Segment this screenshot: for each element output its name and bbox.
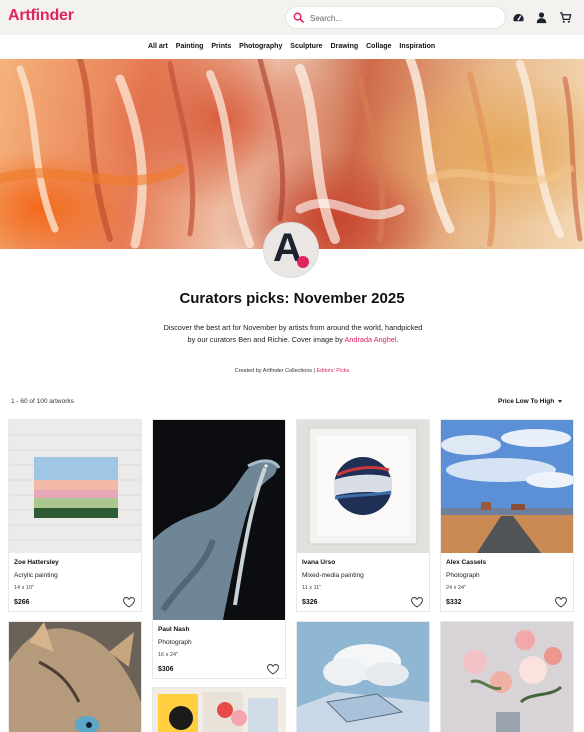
artwork-size: 24 x 24" (446, 585, 466, 591)
avatar-logo-dot (297, 256, 309, 268)
nav-item-prints[interactable]: Prints (211, 43, 231, 50)
results-count: 1 - 60 of 100 artworks (11, 398, 74, 405)
heart-icon[interactable] (123, 597, 135, 608)
heart-icon[interactable] (411, 597, 423, 608)
nav-item-sculpture[interactable]: Sculpture (290, 43, 322, 50)
artwork-image[interactable] (297, 622, 429, 732)
collection-avatar: A (263, 222, 319, 278)
artwork-size: 11 x 11" (302, 585, 322, 591)
artwork-card[interactable]: Ivana Urso Mixed-media painting 11 x 11"… (296, 419, 430, 612)
chevron-down-icon (558, 399, 563, 403)
nav-item-collage[interactable]: Collage (366, 43, 391, 50)
artfinder-logo[interactable]: Artfinder (8, 7, 74, 25)
artwork-size: 16 x 24" (158, 652, 178, 658)
heart-icon[interactable] (555, 597, 567, 608)
credit-text: Created by Artfinder Collections | (234, 368, 317, 374)
sort-label: Price Low To High (498, 398, 555, 405)
artist-name[interactable]: Alex Cassels (446, 559, 486, 566)
artwork-size: 14 x 10" (14, 585, 34, 591)
sort-dropdown[interactable]: Price Low To High (498, 398, 563, 405)
nav-item-photography[interactable]: Photography (239, 43, 282, 50)
artwork-card[interactable]: Paul Nash Photograph 16 x 24" $306 (152, 419, 286, 679)
cover-image (0, 59, 584, 249)
artwork-price: $332 (446, 599, 462, 606)
nav-item-all-art[interactable]: All art (148, 43, 168, 50)
artwork-image[interactable] (441, 420, 573, 553)
artwork-medium: Mixed-media painting (302, 572, 364, 579)
artwork-card[interactable]: Zoe Hattersley Acrylic painting 14 x 10"… (8, 419, 142, 612)
description-end: . (396, 335, 399, 344)
artist-name[interactable]: Paul Nash (158, 626, 189, 633)
collection-description: Discover the best art for November by ar… (160, 322, 426, 346)
artwork-image[interactable] (9, 622, 141, 732)
editors-picks-link[interactable]: Editors' Picks (317, 368, 350, 374)
search-box[interactable] (285, 6, 506, 29)
artwork-card[interactable] (440, 621, 574, 732)
cart-icon[interactable] (559, 11, 572, 24)
nav-item-inspiration[interactable]: Inspiration (399, 43, 435, 50)
dashboard-icon[interactable] (512, 11, 525, 24)
artwork-medium: Acrylic painting (14, 572, 58, 579)
account-icon[interactable] (535, 11, 548, 24)
collection-credit: Created by Artfinder Collections | Edito… (0, 368, 584, 374)
artwork-card[interactable] (152, 687, 286, 732)
artwork-price: $266 (14, 599, 30, 606)
nav-item-drawing[interactable]: Drawing (331, 43, 359, 50)
cover-artist-link[interactable]: Andrada Anghel (345, 335, 397, 344)
artist-name[interactable]: Zoe Hattersley (14, 559, 59, 566)
artwork-image[interactable] (153, 688, 285, 732)
top-bar: Artfinder (0, 0, 584, 35)
artwork-card[interactable] (8, 621, 142, 732)
artwork-image[interactable] (297, 420, 429, 553)
artwork-card[interactable] (296, 621, 430, 732)
artwork-price: $326 (302, 599, 318, 606)
heart-icon[interactable] (267, 664, 279, 675)
nav-item-painting[interactable]: Painting (176, 43, 204, 50)
artwork-image[interactable] (441, 622, 573, 732)
artwork-image[interactable] (9, 420, 141, 553)
artwork-image[interactable] (153, 420, 285, 620)
search-icon[interactable] (293, 12, 304, 23)
artwork-card[interactable]: Alex Cassels Photograph 24 x 24" $332 (440, 419, 574, 612)
search-input[interactable] (308, 10, 502, 27)
category-nav: All art Painting Prints Photography Scul… (0, 35, 584, 60)
artwork-medium: Photograph (158, 639, 192, 646)
artist-name[interactable]: Ivana Urso (302, 559, 335, 566)
collection-title: Curators picks: November 2025 (179, 290, 405, 307)
artwork-price: $306 (158, 666, 174, 673)
artwork-medium: Photograph (446, 572, 480, 579)
